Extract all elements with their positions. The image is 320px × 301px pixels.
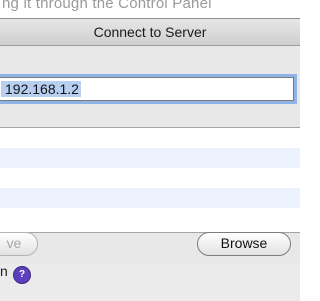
background-window-label: n: [0, 263, 8, 279]
browse-button[interactable]: Browse: [197, 232, 291, 256]
dialog-title: Connect to Server: [93, 24, 207, 40]
address-label-row: [0, 57, 300, 71]
background-window-strip: [0, 262, 300, 301]
help-icon[interactable]: ?: [13, 266, 31, 284]
server-address-value: 192.168.1.2: [1, 81, 81, 97]
connect-to-server-dialog: Connect to Server 192.168.1.2 ve Browse: [0, 18, 300, 264]
list-item[interactable]: [0, 168, 300, 188]
list-item[interactable]: [0, 148, 300, 168]
server-address-input[interactable]: 192.168.1.2: [0, 77, 294, 101]
dialog-titlebar[interactable]: Connect to Server: [0, 19, 300, 46]
list-item[interactable]: [0, 208, 300, 228]
list-item[interactable]: [0, 128, 300, 148]
favorite-servers-list[interactable]: [0, 127, 300, 233]
remove-button[interactable]: ve: [0, 232, 38, 256]
list-item[interactable]: [0, 188, 300, 208]
